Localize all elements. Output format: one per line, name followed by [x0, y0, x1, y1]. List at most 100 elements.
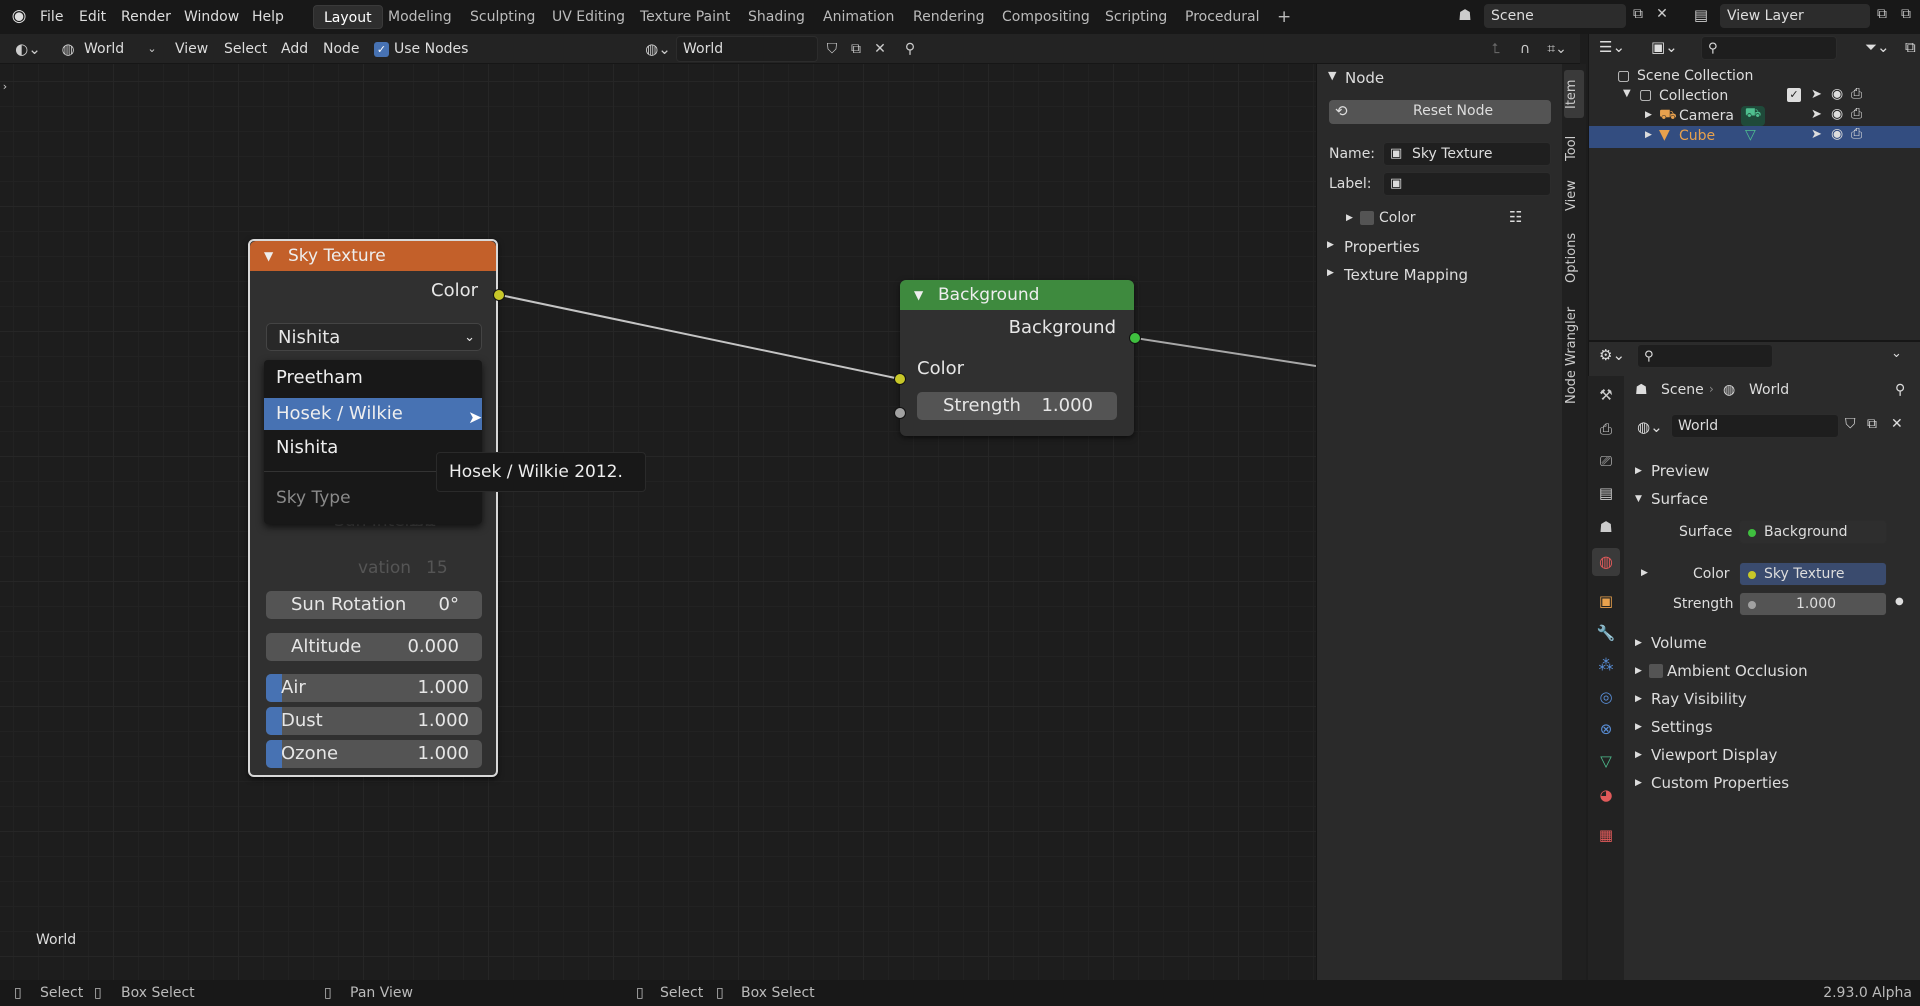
dropdown-item-preetham[interactable]: Preetham — [264, 362, 482, 394]
custom-properties-panel[interactable]: Custom Properties — [1651, 774, 1789, 792]
tab-shading[interactable]: Shading — [738, 5, 815, 29]
background-node[interactable]: ▼ Background Background Color Strength 1… — [900, 280, 1134, 436]
expand-icon[interactable]: ▶ — [1635, 466, 1642, 476]
properties-subpanel[interactable]: Properties — [1344, 238, 1420, 256]
outliner-editor-type-icon[interactable]: ☰⌄ — [1599, 38, 1625, 56]
sky-type-dropdown[interactable]: Nishita ⌄ — [266, 323, 482, 351]
ambient-occlusion-panel[interactable]: Ambient Occlusion — [1667, 662, 1808, 680]
surface-panel[interactable]: Surface — [1651, 490, 1708, 508]
menu-node[interactable]: Node — [323, 34, 360, 64]
strength-field[interactable]: 1.000 — [1739, 592, 1887, 616]
breadcrumb-world[interactable]: World — [1749, 382, 1789, 398]
volume-panel[interactable]: Volume — [1651, 634, 1707, 652]
mesh-data-icon[interactable]: ▽ — [1745, 127, 1756, 143]
ozone-slider[interactable]: Ozone 1.000 — [266, 740, 482, 768]
node-name-field[interactable]: ▣ Sky Texture — [1383, 142, 1551, 166]
menu-window[interactable]: Window — [184, 0, 239, 34]
menu-help[interactable]: Help — [252, 0, 284, 34]
fake-user-shield-icon[interactable]: ⛉ — [1845, 416, 1856, 432]
blender-logo-icon[interactable]: ◉ — [8, 6, 30, 28]
tab-layout[interactable]: Layout — [313, 5, 383, 29]
expand-icon[interactable]: ▶ — [1346, 213, 1353, 223]
delete-scene-icon[interactable]: ✕ — [1652, 6, 1672, 22]
tab-view[interactable]: View — [1564, 174, 1584, 218]
unlink-icon[interactable]: ✕ — [870, 41, 890, 57]
tab-scripting[interactable]: Scripting — [1095, 5, 1177, 29]
collection-label[interactable]: Collection — [1659, 88, 1728, 104]
expand-icon[interactable]: ▶ — [1635, 750, 1642, 760]
tab-texture-paint[interactable]: Texture Paint — [630, 5, 740, 29]
air-slider[interactable]: Air 1.000 — [266, 674, 482, 702]
menu-edit[interactable]: Edit — [79, 0, 106, 34]
color-input-field[interactable]: Sky Texture — [1739, 562, 1887, 586]
expand-icon[interactable]: ▶ — [1641, 568, 1648, 578]
expand-icon[interactable]: ▶ — [1645, 130, 1652, 140]
tool-tab-icon[interactable]: ⚒ — [1596, 386, 1616, 404]
expand-icon[interactable]: ▶ — [1645, 110, 1652, 120]
texture-mapping-subpanel[interactable]: Texture Mapping — [1344, 266, 1468, 284]
pin-icon[interactable]: ⚲ — [900, 41, 920, 57]
ray-visibility-panel[interactable]: Ray Visibility — [1651, 690, 1747, 708]
modifier-tab-icon[interactable]: 🔧 — [1596, 624, 1616, 642]
duplicate-icon[interactable]: ⧉ — [846, 41, 866, 57]
visibility-eye-icon[interactable]: ◉ — [1831, 86, 1843, 102]
sky-texture-node-header[interactable]: ▼ Sky Texture — [250, 241, 496, 271]
parent-node-tree-icon[interactable]: ⮤ — [1486, 41, 1506, 57]
surface-shader-field[interactable]: Background — [1739, 520, 1887, 544]
physics-tab-icon[interactable]: ◎ — [1596, 688, 1616, 706]
scene-icon[interactable]: ☗ — [1450, 6, 1480, 28]
output-tab-icon[interactable]: ⎚ — [1596, 452, 1616, 470]
ambient-occlusion-checkbox[interactable] — [1649, 664, 1663, 678]
tab-node-wrangler[interactable]: Node Wrangler — [1564, 300, 1584, 410]
view-layer-icon[interactable]: ▤ — [1686, 6, 1716, 24]
tab-modeling[interactable]: Modeling — [378, 5, 462, 29]
node-label-field[interactable]: ▣ — [1383, 172, 1551, 196]
visibility-eye-icon[interactable]: ◉ — [1831, 126, 1843, 142]
add-workspace-button[interactable]: + — [1267, 5, 1301, 29]
fake-user-shield-icon[interactable]: ⛉ — [822, 41, 842, 57]
display-mode-icon[interactable]: ▣⌄ — [1651, 38, 1678, 56]
camera-data-icon[interactable]: ⛟ — [1741, 106, 1765, 126]
shader-type-select[interactable]: World — [84, 34, 124, 64]
render-camera-icon[interactable]: ⎙ — [1851, 106, 1862, 122]
tab-rendering[interactable]: Rendering — [903, 5, 995, 29]
outliner-row-cube[interactable]: ▶ ▼ Cube ▽ ➤ ◉ ⎙ — [1589, 126, 1920, 148]
color-preset-list-icon[interactable]: ☷ — [1509, 208, 1522, 226]
camera-label[interactable]: Camera — [1679, 108, 1734, 124]
menu-render[interactable]: Render — [121, 0, 171, 34]
dropdown-item-hosek-wilkie[interactable]: Hosek / Wilkie — [264, 398, 482, 430]
selectable-arrow-icon[interactable]: ➤ — [1811, 87, 1822, 102]
collapse-icon[interactable]: ▼ — [1635, 494, 1642, 504]
expand-icon[interactable]: ▶ — [1635, 666, 1642, 676]
sky-color-output-socket[interactable] — [493, 289, 505, 301]
new-view-layer-icon[interactable]: ⧉ — [1872, 6, 1892, 22]
menu-view[interactable]: View — [175, 34, 208, 64]
collapse-icon[interactable]: ▼ — [914, 280, 923, 310]
altitude-field[interactable]: Altitude 0.000 — [266, 633, 482, 661]
menu-add[interactable]: Add — [281, 34, 308, 64]
viewport-display-panel[interactable]: Viewport Display — [1651, 746, 1777, 764]
reset-node-button[interactable]: ⟲ Reset Node — [1329, 100, 1551, 124]
world-browse-icon[interactable]: ◍⌄ — [643, 40, 673, 58]
collapse-icon[interactable]: ▼ — [264, 241, 273, 271]
visibility-eye-icon[interactable]: ◉ — [1831, 106, 1843, 122]
mesh-data-tab-icon[interactable]: ▽ — [1596, 752, 1616, 770]
world-datablock-field[interactable]: World — [676, 36, 818, 62]
tab-sculpting[interactable]: Sculpting — [460, 5, 545, 29]
tab-procedural[interactable]: Procedural — [1175, 5, 1270, 29]
scene-field[interactable]: Scene — [1484, 4, 1626, 28]
filter-icon[interactable]: ⏷⌄ — [1865, 38, 1890, 56]
preview-panel[interactable]: Preview — [1651, 462, 1709, 480]
expand-icon[interactable]: ▶ — [1635, 638, 1642, 648]
properties-search-input[interactable]: ⚲ — [1637, 344, 1773, 368]
particles-tab-icon[interactable]: ⁂ — [1596, 656, 1616, 674]
world-datablock-field[interactable]: World — [1671, 414, 1839, 438]
node-section-title[interactable]: Node — [1345, 69, 1384, 87]
tab-uv-editing[interactable]: UV Editing — [542, 5, 635, 29]
view-layer-field[interactable]: View Layer — [1720, 4, 1870, 28]
tab-compositing[interactable]: Compositing — [992, 5, 1100, 29]
expand-icon[interactable]: ▶ — [1635, 722, 1642, 732]
collection-exclude-checkbox[interactable]: ✓ — [1787, 88, 1801, 102]
cube-label[interactable]: Cube — [1679, 128, 1715, 144]
texture-tab-icon[interactable]: ▦ — [1596, 826, 1616, 844]
